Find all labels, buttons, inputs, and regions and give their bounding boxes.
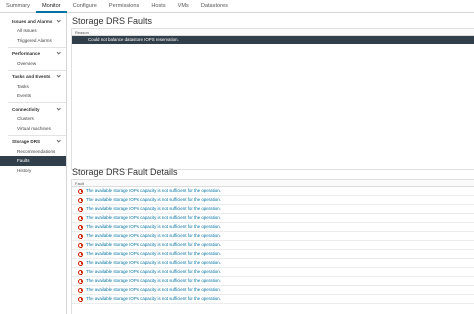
table-row[interactable]: The available storage IOPs capacity is n… [72, 241, 474, 250]
error-circle-icon [78, 287, 83, 293]
table-row[interactable]: The available storage IOPs capacity is n… [72, 250, 474, 259]
sidebar-item-clusters[interactable]: Clusters [0, 114, 66, 124]
error-circle-icon [78, 251, 83, 257]
group-storage-drs: Storage DRS Recommendations Faults Histo… [0, 137, 66, 176]
sidebar-item-history[interactable]: History [0, 166, 66, 176]
error-circle-icon [78, 197, 83, 203]
table-row[interactable]: The available storage IOPs capacity is n… [72, 187, 474, 196]
chevron-down-icon[interactable] [56, 74, 62, 80]
error-circle-icon [78, 278, 83, 284]
sidebar-divider [8, 134, 66, 136]
sidebar-divider [8, 102, 66, 103]
error-circle-icon [78, 188, 83, 194]
column-header-reason[interactable]: Reason [72, 29, 474, 36]
group-tasks-and-events: Tasks and Events Tasks Events [0, 72, 66, 101]
tab-hosts[interactable]: Hosts [145, 0, 171, 13]
column-header-fault[interactable]: Fault [72, 180, 474, 187]
sidebar-item-tasks[interactable]: Tasks [0, 82, 66, 92]
table-row[interactable]: The available storage IOPs capacity is n… [72, 277, 474, 286]
table-row[interactable]: The available storage IOPs capacity is n… [72, 223, 474, 232]
fault-text: The available storage IOPs capacity is n… [86, 296, 221, 301]
group-header-connectivity[interactable]: Connectivity [0, 104, 66, 114]
fault-text: The available storage IOPs capacity is n… [86, 287, 221, 292]
fault-details-title: Storage DRS Fault Details [72, 167, 178, 177]
fault-text: The available storage IOPs capacity is n… [86, 188, 221, 193]
tab-summary[interactable]: Summary [0, 0, 36, 13]
chevron-down-icon[interactable] [56, 139, 62, 145]
error-circle-icon [78, 224, 83, 230]
error-circle-icon [78, 233, 83, 239]
fault-text: The available storage IOPs capacity is n… [86, 233, 221, 238]
tab-monitor[interactable]: Monitor [35, 0, 67, 13]
table-row[interactable]: The available storage IOPs capacity is n… [72, 196, 474, 205]
fault-details-grid: Fault The available storage IOPs capacit… [71, 179, 474, 314]
fault-text: The available storage IOPs capacity is n… [86, 278, 221, 283]
monitor-sidebar: Issues and Alarms All Issues Triggered A… [0, 13, 67, 314]
error-circle-icon [78, 206, 83, 212]
sidebar-divider [8, 69, 66, 71]
fault-text: The available storage IOPs capacity is n… [86, 251, 221, 256]
group-header-storage-drs[interactable]: Storage DRS [0, 137, 66, 147]
fault-text: The available storage IOPs capacity is n… [86, 224, 221, 229]
group-label: Connectivity [12, 106, 40, 112]
sidebar-item-virtual-machines[interactable]: Virtual machines [0, 124, 66, 134]
tab-permissions[interactable]: Permissions [103, 0, 145, 13]
group-connectivity: Connectivity Clusters Virtual machines [0, 104, 66, 133]
group-label: Issues and Alarms [12, 18, 53, 24]
main-content: Storage DRS Faults Reason Could not bala… [68, 13, 474, 314]
fault-text: The available storage IOPs capacity is n… [86, 206, 221, 211]
table-row[interactable]: The available storage IOPs capacity is n… [72, 268, 474, 277]
table-row[interactable]: The available storage IOPs capacity is n… [72, 286, 474, 295]
fault-text: The available storage IOPs capacity is n… [86, 197, 221, 202]
tab-configure[interactable]: Configure [67, 0, 103, 13]
sidebar-item-events[interactable]: Events [0, 91, 66, 101]
group-performance: Performance Overview [0, 49, 66, 69]
group-label: Storage DRS [12, 139, 41, 144]
fault-text: The available storage IOPs capacity is n… [86, 269, 221, 274]
sidebar-divider [8, 46, 66, 48]
fault-text: The available storage IOPs capacity is n… [86, 242, 221, 247]
table-row[interactable]: The available storage IOPs capacity is n… [72, 259, 474, 268]
sidebar-item-faults[interactable]: Faults [0, 156, 66, 166]
faults-grid: Reason Could not balance datastore IOPS … [71, 28, 474, 170]
table-row[interactable]: Could not balance datastore IOPS reserva… [72, 36, 474, 44]
group-header-issues-and-alarms[interactable]: Issues and Alarms [0, 16, 66, 26]
tab-vms[interactable]: VMs [172, 0, 195, 13]
group-label: Tasks and Events [12, 74, 51, 79]
group-header-performance[interactable]: Performance [0, 49, 66, 59]
error-circle-icon [78, 242, 83, 248]
error-circle-icon [78, 260, 83, 266]
sidebar-item-overview[interactable]: Overview [0, 59, 66, 69]
table-row[interactable]: The available storage IOPs capacity is n… [72, 214, 474, 223]
fault-text: The available storage IOPs capacity is n… [86, 215, 221, 220]
top-tab-bar: Summary Monitor Configure Permissions Ho… [0, 0, 474, 13]
error-circle-icon [78, 215, 83, 221]
group-issues-and-alarms: Issues and Alarms All Issues Triggered A… [0, 16, 66, 45]
chevron-down-icon[interactable] [56, 51, 62, 57]
error-circle-icon [78, 296, 83, 302]
sidebar-item-triggered-alarms[interactable]: Triggered Alarms [0, 36, 66, 46]
group-header-tasks-and-events[interactable]: Tasks and Events [0, 72, 66, 82]
table-row[interactable]: The available storage IOPs capacity is n… [72, 232, 474, 241]
tab-datastores[interactable]: Datastores [195, 0, 234, 13]
group-label: Performance [12, 51, 41, 56]
chevron-down-icon[interactable] [56, 106, 62, 112]
table-row[interactable]: The available storage IOPs capacity is n… [72, 295, 474, 304]
sidebar-item-all-issues[interactable]: All Issues [0, 26, 66, 36]
fault-text: The available storage IOPs capacity is n… [86, 260, 221, 265]
table-row[interactable]: The available storage IOPs capacity is n… [72, 205, 474, 214]
error-circle-icon [78, 269, 83, 275]
chevron-down-icon[interactable] [56, 18, 62, 24]
sidebar-item-recommendations[interactable]: Recommendations [0, 147, 66, 157]
faults-title: Storage DRS Faults [72, 16, 153, 26]
